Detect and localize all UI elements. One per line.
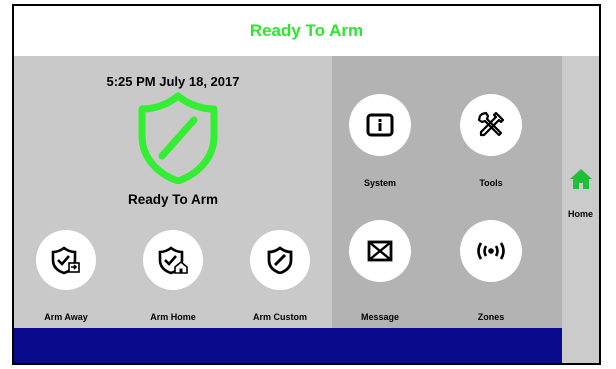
arm-home-button[interactable] [143, 230, 203, 290]
shield-slash-icon [138, 92, 218, 184]
tools-button[interactable] [460, 94, 522, 156]
status-panel: 5:25 PM July 18, 2017 Ready To Arm Arm A… [14, 56, 332, 328]
header: Ready To Arm [14, 6, 599, 56]
arm-status-label: Ready To Arm [127, 192, 219, 207]
zones-button[interactable] [460, 220, 522, 282]
tools-label: Tools [479, 178, 503, 188]
tools-icon [477, 111, 505, 137]
zones-label: Zones [477, 312, 505, 322]
arm-away-label: Arm Away [44, 312, 88, 322]
system-label: System [363, 178, 397, 188]
bottom-bar [14, 328, 562, 363]
envelope-icon [367, 240, 393, 262]
wireless-signal-icon [477, 242, 505, 260]
arm-home-label: Arm Home [150, 312, 196, 322]
sidebar: Home [562, 56, 599, 363]
alarm-panel-screen: Ready To Arm 5:25 PM July 18, 2017 Ready… [12, 4, 601, 365]
home-label[interactable]: Home [562, 209, 599, 219]
shield-check-home-icon [158, 246, 188, 275]
header-status-title: Ready To Arm [249, 21, 364, 40]
arm-away-button[interactable] [36, 230, 96, 290]
message-label: Message [360, 312, 400, 322]
info-icon [366, 113, 394, 137]
date-time: 5:25 PM July 18, 2017 [106, 74, 240, 89]
system-button[interactable] [349, 94, 411, 156]
shield-slash-icon [267, 246, 293, 274]
menu-panel: System Tools Message Zones [332, 56, 562, 328]
arm-custom-button[interactable] [250, 230, 310, 290]
message-button[interactable] [349, 220, 411, 282]
arm-custom-label: Arm Custom [252, 312, 307, 322]
shield-check-away-icon [51, 246, 80, 275]
home-icon[interactable] [569, 168, 593, 190]
